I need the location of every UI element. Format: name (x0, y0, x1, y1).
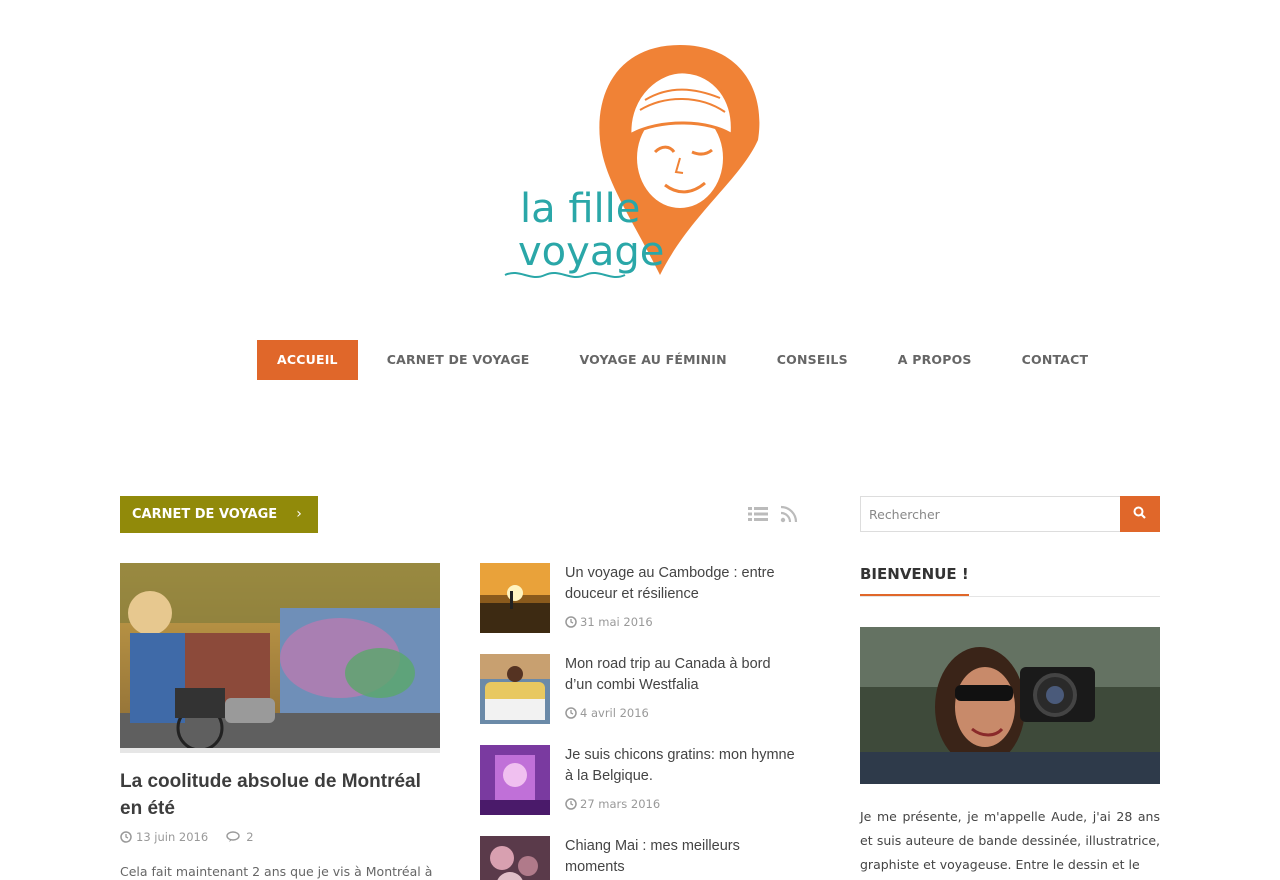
svg-text:voyage: voyage (518, 229, 664, 275)
view-icons (748, 505, 800, 523)
post-title[interactable]: Un voyage au Cambodge : entre douceur et… (565, 563, 800, 605)
nav-accueil[interactable]: ACCUEIL (257, 340, 358, 380)
widget-title: BIENVENUE ! (860, 564, 1160, 597)
post-title[interactable]: Je suis chicons gratins: mon hymne à la … (565, 745, 800, 787)
post-date: 4 avril 2016 (565, 706, 649, 720)
nav-carnet-de-voyage[interactable]: CARNET DE VOYAGE (368, 340, 551, 380)
search-button[interactable] (1120, 496, 1160, 532)
list-item[interactable]: Je suis chicons gratins: mon hymne à la … (480, 745, 800, 815)
search-input[interactable] (860, 496, 1121, 532)
search-form (860, 496, 1160, 532)
post-date: 27 mars 2016 (565, 797, 660, 811)
featured-post-meta: 13 juin 2016 2 (120, 830, 254, 844)
nav-voyage-au-feminin[interactable]: VOYAGE AU FÉMININ (561, 340, 747, 380)
clock-icon (120, 831, 132, 843)
category-label: CARNET DE VOYAGE (132, 507, 278, 522)
category-link[interactable]: CARNET DE VOYAGE › (120, 496, 318, 533)
post-thumbnail[interactable] (480, 563, 550, 633)
featured-post-excerpt: Cela fait maintenant 2 ans que je vis à … (120, 864, 433, 879)
post-title[interactable]: Mon road trip au Canada à bord d’un comb… (565, 654, 800, 696)
logo-graphic: la fille voyage (504, 45, 760, 278)
list-item[interactable]: Un voyage au Cambodge : entre douceur et… (480, 563, 800, 633)
post-thumbnail[interactable] (480, 745, 550, 815)
post-date: 31 mai 2016 (565, 615, 653, 629)
post-thumbnail[interactable] (480, 836, 550, 880)
list-item[interactable]: Mon road trip au Canada à bord d’un comb… (480, 654, 800, 724)
clock-icon (565, 707, 577, 719)
featured-post-image[interactable] (120, 563, 440, 753)
list-item[interactable]: Chiang Mai : mes meilleurs moments (480, 836, 800, 880)
featured-post-comments[interactable]: 2 (246, 830, 253, 844)
comments-icon (226, 831, 242, 843)
chevron-right-icon: › (296, 506, 302, 522)
post-date-text: 4 avril 2016 (580, 706, 649, 720)
about-photo (860, 627, 1160, 784)
clock-icon (565, 616, 577, 628)
post-thumbnail[interactable] (480, 654, 550, 724)
clock-icon (565, 798, 577, 810)
nav-a-propos[interactable]: A PROPOS (878, 340, 992, 380)
post-title[interactable]: Chiang Mai : mes meilleurs moments (565, 836, 800, 878)
nav-contact[interactable]: CONTACT (1002, 340, 1109, 380)
post-date-text: 31 mai 2016 (580, 615, 653, 629)
svg-text:la fille: la fille (520, 186, 640, 232)
search-icon (1133, 506, 1146, 519)
post-date-text: 27 mars 2016 (580, 797, 661, 811)
section-header: CARNET DE VOYAGE › (120, 496, 800, 533)
site-logo[interactable]: la fille voyage (500, 40, 780, 290)
featured-post-date: 13 juin 2016 (136, 830, 209, 844)
featured-post-title[interactable]: La coolitude absolue de Montréal en été (120, 768, 440, 822)
about-text: Je me présente, je m'appelle Aude, j'ai … (860, 809, 1160, 872)
rss-icon[interactable] (780, 505, 800, 523)
main-nav: ACCUEIL CARNET DE VOYAGE VOYAGE AU FÉMIN… (257, 340, 1118, 380)
nav-conseils[interactable]: CONSEILS (757, 340, 868, 380)
list-icon[interactable] (748, 505, 768, 523)
widget-title-text: BIENVENUE ! (860, 565, 969, 596)
